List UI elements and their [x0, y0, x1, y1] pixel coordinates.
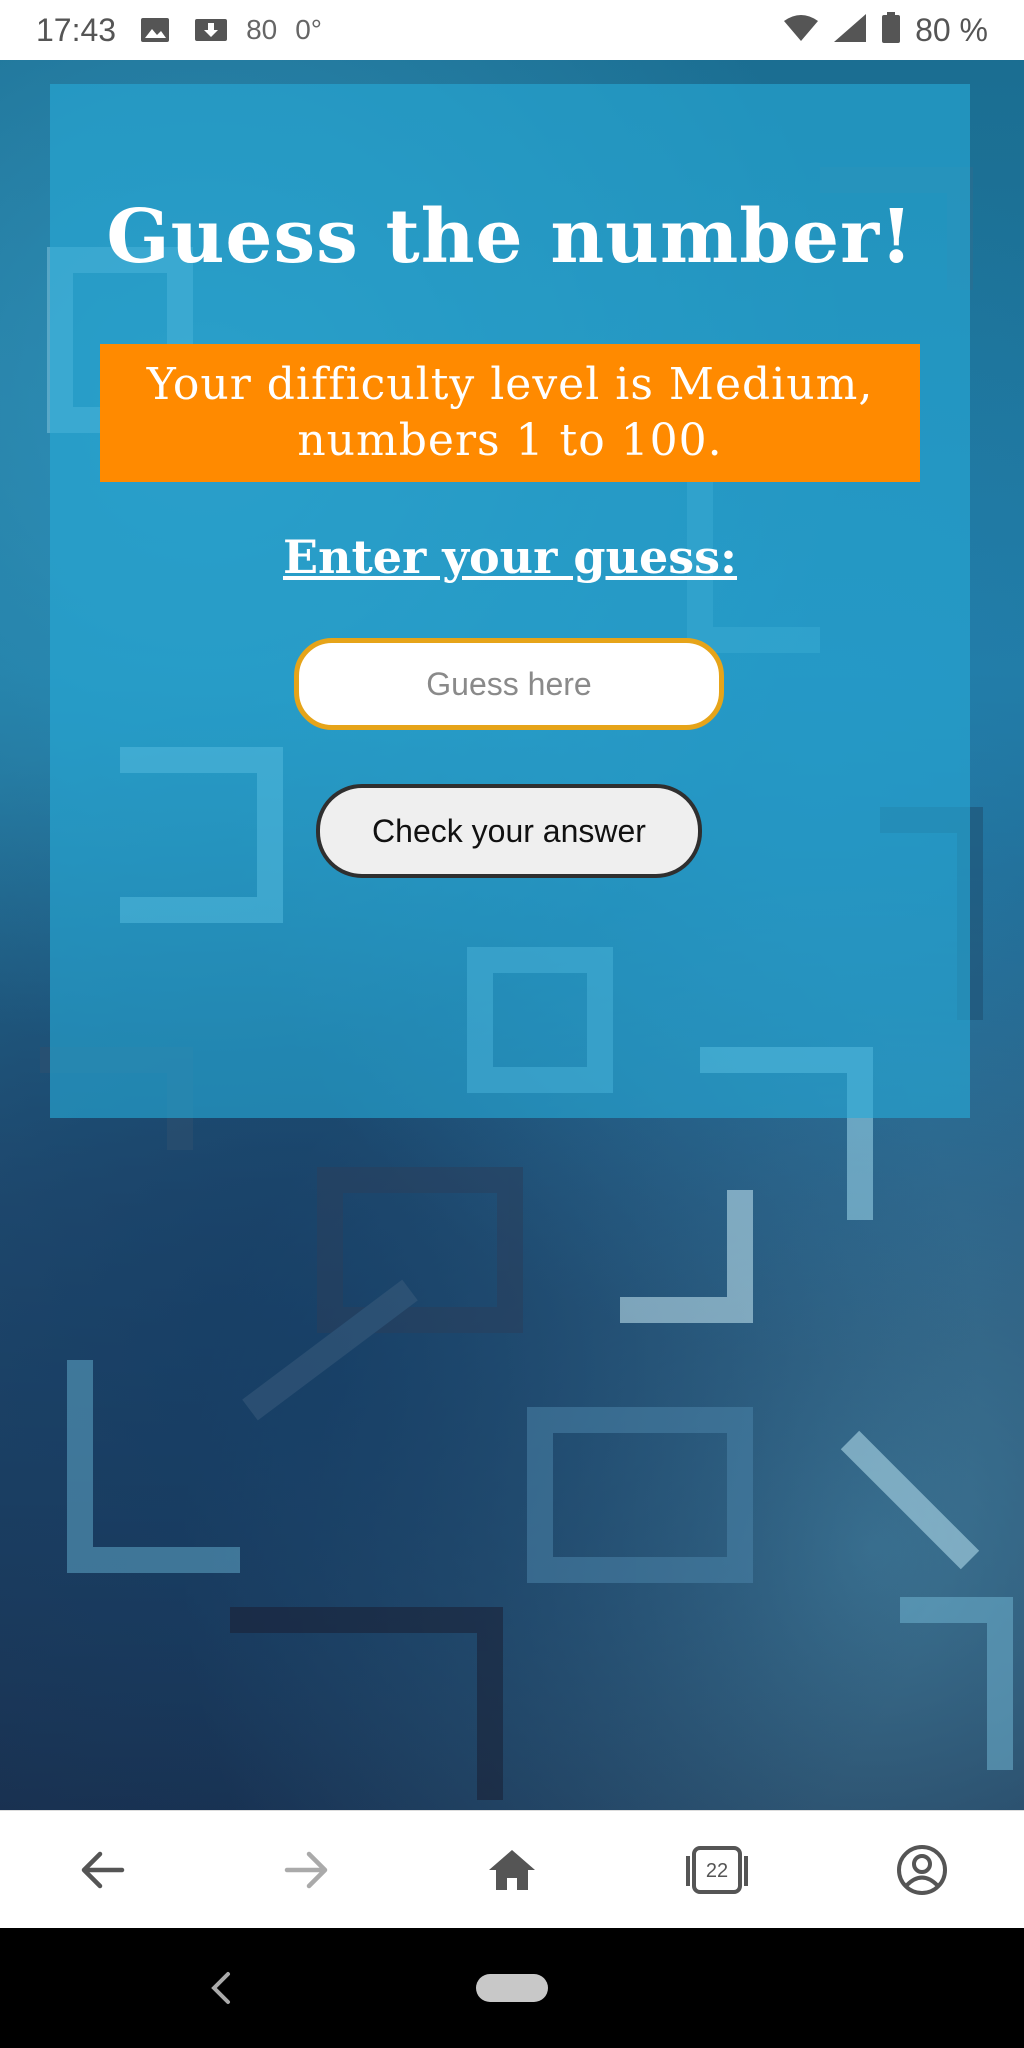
- check-answer-button[interactable]: Check your answer: [316, 784, 702, 878]
- guess-input[interactable]: [294, 638, 724, 730]
- chevron-left-icon: [211, 1972, 230, 2004]
- battery-icon: [881, 11, 901, 49]
- temperature-text: 0°: [295, 14, 323, 45]
- notification-count: 80: [246, 14, 278, 45]
- status-bar: 17:43 80 0° 80 %: [0, 0, 1024, 60]
- back-arrow-icon: [82, 1851, 125, 1889]
- home-button[interactable]: [472, 1830, 552, 1910]
- tab-count: 22: [706, 1860, 728, 1882]
- signal-icon: [833, 13, 867, 48]
- forward-button[interactable]: [267, 1830, 347, 1910]
- back-button[interactable]: [62, 1830, 142, 1910]
- download-notification-icon: [194, 16, 228, 44]
- tabs-button[interactable]: 22: [677, 1830, 757, 1910]
- tabs-icon: 22: [685, 1846, 748, 1894]
- system-back-button[interactable]: [200, 1958, 240, 2022]
- home-icon: [488, 1850, 535, 1890]
- guess-prompt: Enter your guess:: [282, 530, 738, 584]
- game-card: Guess the number! Your difficulty level …: [50, 84, 970, 1118]
- account-button[interactable]: [882, 1830, 962, 1910]
- difficulty-banner: Your difficulty level is Medium, numbers…: [100, 344, 920, 482]
- forward-arrow-icon: [284, 1851, 328, 1889]
- page-title: Guess the number!: [106, 194, 914, 280]
- status-time: 17:43: [36, 11, 117, 48]
- system-nav-bar: [0, 1928, 1024, 2048]
- battery-percent: 80 %: [915, 11, 988, 48]
- image-notification-icon: [140, 16, 170, 44]
- browser-toolbar: 22: [0, 1810, 1024, 1929]
- wifi-icon: [783, 14, 819, 47]
- account-icon: [896, 1845, 947, 1895]
- system-home-pill[interactable]: [476, 1974, 548, 2002]
